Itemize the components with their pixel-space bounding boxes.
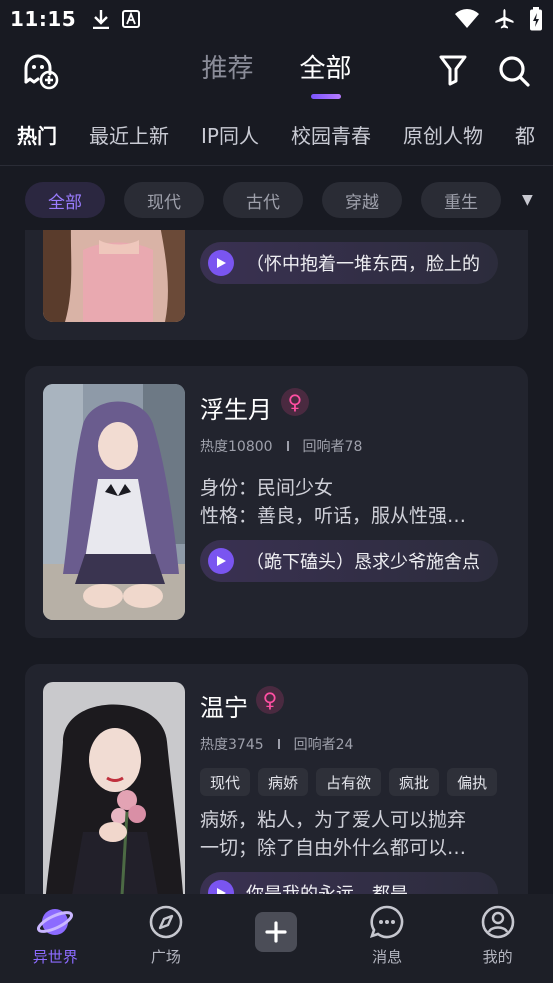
- status-time: 11:15: [10, 7, 77, 31]
- top-header: 推荐 全部: [0, 40, 553, 104]
- character-description: 身份：民间少女 性格：善良，听话，服从性强…: [200, 474, 500, 530]
- battery-icon: [530, 7, 542, 31]
- wifi-icon: [455, 9, 479, 28]
- separator: [277, 739, 280, 749]
- tag[interactable]: 现代: [200, 768, 251, 796]
- character-photo: [43, 682, 185, 894]
- category-campus[interactable]: 校园青春: [291, 120, 371, 165]
- character-photo: [43, 230, 185, 322]
- play-icon[interactable]: [208, 250, 234, 276]
- plus-icon[interactable]: [255, 912, 298, 952]
- character-description: 病娇，粘人，为了爱人可以抛弃 一切；除了自由外什么都可以…: [200, 806, 500, 862]
- heat-count: 热度3745: [200, 737, 264, 753]
- user-icon: [481, 905, 514, 939]
- responder-count: 回响者78: [302, 439, 363, 455]
- character-feed[interactable]: （怀中抱着一堆东西，脸上的 浮生月 ♀ 热度10800 回响者78 身份：民间少…: [0, 230, 553, 894]
- tag[interactable]: 占有欲: [316, 768, 382, 796]
- female-icon: ♀: [256, 686, 284, 714]
- download-icon: [93, 10, 110, 29]
- airplane-icon: [495, 9, 514, 29]
- chip-all[interactable]: 全部: [25, 182, 105, 218]
- character-card[interactable]: （怀中抱着一堆东西，脸上的: [25, 230, 528, 340]
- tab-all[interactable]: 全部: [300, 48, 352, 85]
- responder-count: 回响者24: [293, 737, 354, 753]
- chip-ancient[interactable]: 古代: [223, 182, 303, 218]
- category-tabs: 热门 最近上新 IP同人 校园青春 原创人物 都: [0, 120, 553, 166]
- tag[interactable]: 偏执: [447, 768, 498, 796]
- voice-preview[interactable]: （怀中抱着一堆东西，脸上的: [200, 242, 498, 284]
- description-line: 病娇，粘人，为了爱人可以抛弃: [200, 809, 467, 831]
- voice-text: （怀中抱着一堆东西，脸上的: [246, 254, 480, 275]
- description-line: 一切；除了自由外什么都可以…: [200, 837, 467, 859]
- character-stats: 热度10800 回响者78: [200, 436, 362, 456]
- category-original[interactable]: 原创人物: [403, 120, 483, 165]
- nav-create[interactable]: [221, 894, 332, 983]
- character-tags: 现代 病娇 占有欲 疯批 偏执: [200, 768, 498, 796]
- description-line: 身份：民间少女: [200, 477, 334, 499]
- status-bar: 11:15: [0, 0, 553, 38]
- character-card[interactable]: 温宁 ♀ 热度3745 回响者24 现代 病娇 占有欲 疯批 偏执 病娇，粘人，…: [25, 664, 528, 894]
- description-line: 性格：善良，听话，服从性强…: [200, 505, 467, 527]
- voice-preview[interactable]: 你是我的永远，都是: [200, 872, 498, 894]
- nav-messages[interactable]: 消息: [332, 894, 443, 983]
- nav-label: 我的: [482, 948, 513, 966]
- category-hot[interactable]: 热门: [17, 120, 57, 165]
- play-icon[interactable]: [208, 880, 234, 894]
- nav-square[interactable]: 广场: [111, 894, 222, 983]
- character-stats: 热度3745 回响者24: [200, 734, 353, 754]
- tab-recommend[interactable]: 推荐: [201, 48, 253, 85]
- main-tabs: 推荐 全部: [0, 48, 553, 85]
- character-name: 浮生月: [200, 396, 272, 424]
- heat-count: 热度10800: [200, 439, 273, 455]
- search-icon[interactable]: [497, 54, 531, 88]
- filter-icon[interactable]: [438, 54, 468, 86]
- character-card[interactable]: 浮生月 ♀ 热度10800 回响者78 身份：民间少女 性格：善良，听话，服从性…: [25, 366, 528, 638]
- category-new[interactable]: 最近上新: [89, 120, 169, 165]
- chip-modern[interactable]: 现代: [124, 182, 204, 218]
- separator: [286, 441, 289, 451]
- nav-label: 消息: [372, 948, 403, 966]
- chip-rebirth[interactable]: 重生: [421, 182, 501, 218]
- character-name: 温宁: [200, 694, 248, 722]
- nav-profile[interactable]: 我的: [442, 894, 553, 983]
- nav-label: 广场: [150, 948, 181, 966]
- font-icon: [122, 10, 141, 28]
- voice-text: 你是我的永远，都是: [246, 880, 408, 894]
- category-ip[interactable]: IP同人: [201, 120, 259, 165]
- voice-text: （跪下磕头）恳求少爷施舍点: [246, 552, 480, 573]
- tag[interactable]: 疯批: [389, 768, 440, 796]
- voice-preview[interactable]: （跪下磕头）恳求少爷施舍点: [200, 540, 498, 582]
- category-city[interactable]: 都: [515, 120, 535, 165]
- female-icon: ♀: [281, 388, 309, 416]
- chip-timetravel[interactable]: 穿越: [322, 182, 402, 218]
- chips-expand-icon[interactable]: ▼: [522, 192, 533, 208]
- compass-icon: [149, 905, 183, 939]
- bottom-nav: 异世界 广场 消息 我的: [0, 894, 553, 983]
- play-icon[interactable]: [208, 548, 234, 574]
- tag[interactable]: 病娇: [258, 768, 309, 796]
- nav-otherworld[interactable]: 异世界: [0, 894, 111, 983]
- nav-label: 异世界: [32, 948, 78, 966]
- planet-icon: [37, 909, 74, 935]
- filter-chips: 全部 现代 古代 穿越 重生 ▼: [25, 181, 553, 219]
- chat-bubble-icon: [370, 905, 404, 939]
- character-photo: [43, 384, 185, 620]
